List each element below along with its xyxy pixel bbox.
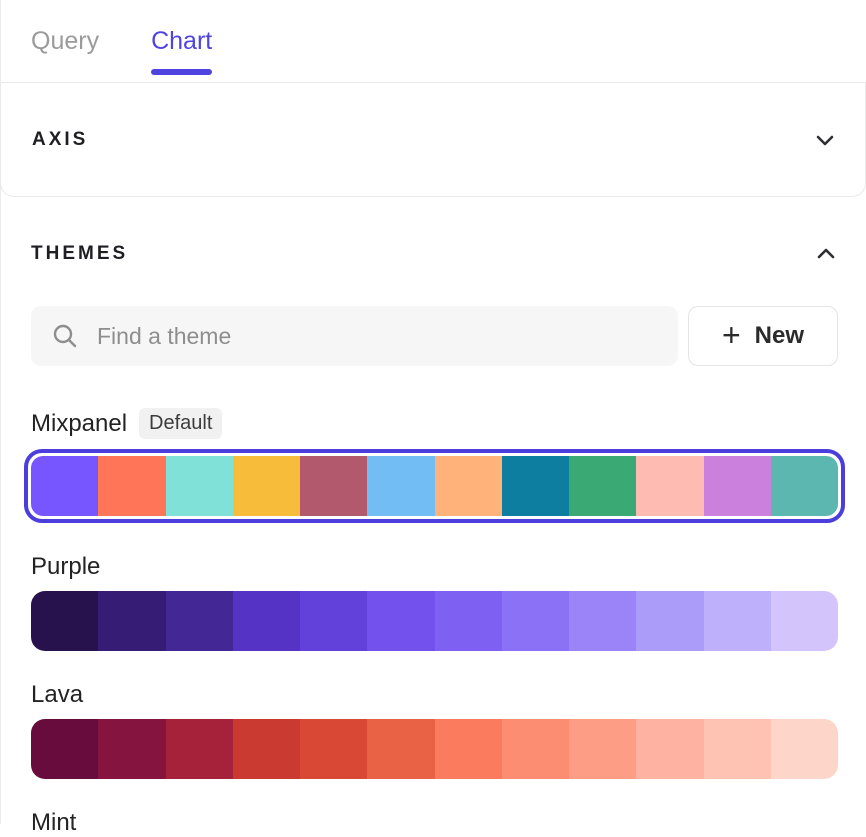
color-swatch xyxy=(300,719,367,779)
color-swatch xyxy=(233,456,300,516)
color-swatch xyxy=(435,456,502,516)
color-swatch xyxy=(636,591,703,651)
swatch-row xyxy=(31,719,838,779)
theme-name: Purple xyxy=(31,553,100,581)
color-swatch xyxy=(367,719,434,779)
color-swatch xyxy=(771,456,838,516)
color-swatch xyxy=(31,591,98,651)
themes-section-header[interactable]: THEMES xyxy=(31,242,838,266)
themes-section-title: THEMES xyxy=(31,243,128,265)
chart-settings-panel: Query Chart AXIS THEMES xyxy=(0,0,866,824)
color-swatch xyxy=(98,591,165,651)
theme-label-row: Purple xyxy=(31,553,838,581)
plus-icon: + xyxy=(722,319,741,351)
active-tab-underline xyxy=(151,69,212,75)
default-badge: Default xyxy=(139,408,222,439)
chevron-down-icon[interactable] xyxy=(813,128,837,152)
theme-label-row: Mint xyxy=(31,809,838,837)
theme-label-row: Lava xyxy=(31,681,838,709)
new-theme-button-label: New xyxy=(755,322,804,350)
color-swatch xyxy=(166,719,233,779)
color-swatch xyxy=(435,719,502,779)
tab-chart-label: Chart xyxy=(151,27,212,56)
color-swatch xyxy=(502,719,569,779)
new-theme-button[interactable]: + New xyxy=(688,306,838,366)
color-swatch xyxy=(636,719,703,779)
color-swatch xyxy=(98,456,165,516)
color-swatch xyxy=(233,719,300,779)
color-swatch xyxy=(367,456,434,516)
tab-chart[interactable]: Chart xyxy=(151,0,212,82)
color-swatch xyxy=(704,456,771,516)
color-swatch xyxy=(569,719,636,779)
theme-label-row: Mixpanel Default xyxy=(31,408,838,439)
color-swatch xyxy=(300,591,367,651)
tab-bar: Query Chart xyxy=(1,0,866,83)
color-swatch xyxy=(233,591,300,651)
theme-name: Mixpanel xyxy=(31,410,127,438)
theme-item-purple: Purple xyxy=(31,553,838,651)
search-input[interactable] xyxy=(95,322,658,351)
color-swatch xyxy=(435,591,502,651)
axis-section-header[interactable]: AXIS xyxy=(0,83,866,197)
chevron-up-icon[interactable] xyxy=(814,242,838,266)
swatch-row xyxy=(31,456,838,516)
color-swatch xyxy=(502,456,569,516)
theme-swatches-lava[interactable] xyxy=(31,719,838,779)
color-swatch xyxy=(300,456,367,516)
color-swatch xyxy=(704,719,771,779)
theme-toolbar: + New xyxy=(31,306,838,366)
color-swatch xyxy=(166,591,233,651)
theme-item-lava: Lava xyxy=(31,681,838,779)
color-swatch xyxy=(31,719,98,779)
search-icon xyxy=(51,322,79,350)
color-swatch xyxy=(31,456,98,516)
theme-item-mint: Mint xyxy=(31,809,838,837)
theme-name: Mint xyxy=(31,809,76,837)
color-swatch xyxy=(569,456,636,516)
axis-section-title: AXIS xyxy=(32,129,88,151)
color-swatch xyxy=(771,719,838,779)
color-swatch xyxy=(636,456,703,516)
color-swatch xyxy=(569,591,636,651)
theme-item-mixpanel: Mixpanel Default xyxy=(31,408,838,523)
color-swatch xyxy=(771,591,838,651)
tab-query-label: Query xyxy=(31,27,99,56)
theme-swatches-mixpanel-selected[interactable] xyxy=(24,449,845,523)
color-swatch xyxy=(704,591,771,651)
color-swatch xyxy=(367,591,434,651)
themes-section: THEMES + New MixpanelDefaultPurpleLavaMi… xyxy=(1,197,866,837)
theme-name: Lava xyxy=(31,681,83,709)
color-swatch xyxy=(98,719,165,779)
theme-swatches-purple[interactable] xyxy=(31,591,838,651)
tab-query[interactable]: Query xyxy=(31,0,99,82)
themes-list: Mixpanel Default Purple Lava Mint xyxy=(31,408,838,837)
color-swatch xyxy=(166,456,233,516)
swatch-row xyxy=(31,591,838,651)
color-swatch xyxy=(502,591,569,651)
search-input-wrapper[interactable] xyxy=(31,306,678,366)
